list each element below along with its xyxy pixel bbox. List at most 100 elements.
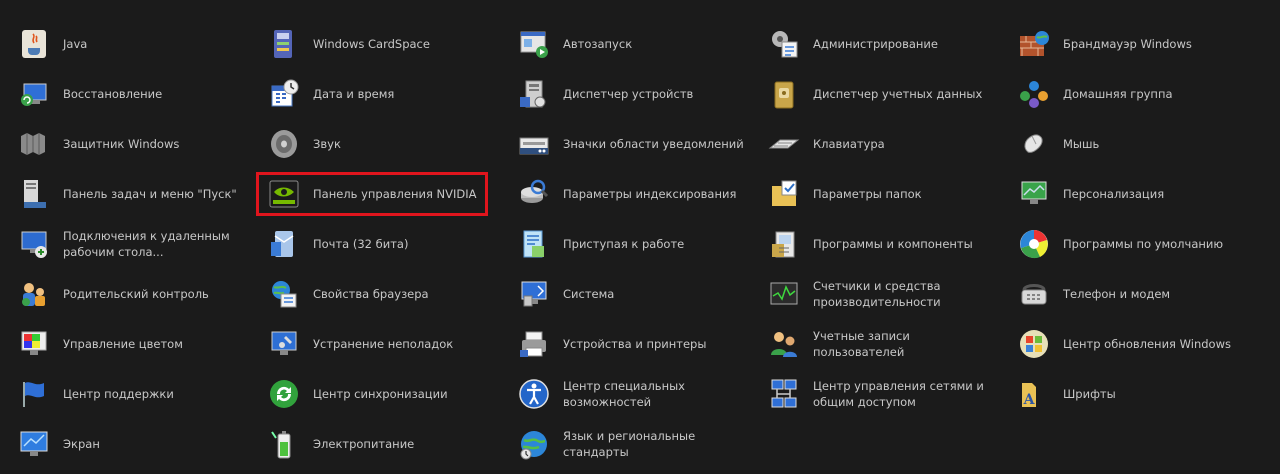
control-panel-item[interactable]: Телефон и модем: [1016, 269, 1266, 319]
control-panel-item[interactable]: Язык и региональные стандарты: [516, 419, 766, 469]
autoplay-icon: [518, 28, 550, 60]
control-panel-item-label: Управление цветом: [63, 337, 183, 351]
control-panel-item-label: Восстановление: [63, 87, 163, 101]
control-panel-item[interactable]: Свойства браузера: [266, 269, 516, 319]
notification-area-icon: [518, 128, 550, 160]
display-icon: [18, 428, 50, 460]
control-panel-item[interactable]: Центр специальных возможностей: [516, 369, 766, 419]
control-panel-item-label: Экран: [63, 437, 100, 451]
control-panel-item[interactable]: Домашняя группа: [1016, 69, 1266, 119]
folder-options-icon: [768, 178, 800, 210]
control-panel-item[interactable]: Программы по умолчанию: [1016, 219, 1266, 269]
control-panel-item-label: Брандмауэр Windows: [1063, 37, 1192, 51]
control-panel-item[interactable]: Почта (32 бита): [266, 219, 516, 269]
control-panel-item[interactable]: Система: [516, 269, 766, 319]
control-panel-item[interactable]: Клавиатура: [766, 119, 1016, 169]
control-panel-item[interactable]: Параметры папок: [766, 169, 1016, 219]
control-panel-item[interactable]: Windows CardSpace: [266, 19, 516, 69]
control-panel-item-label: Звук: [313, 137, 341, 151]
control-panel-item-label: Система: [563, 287, 615, 301]
sound-icon: [268, 128, 300, 160]
control-panel-item[interactable]: Защитник Windows: [16, 119, 266, 169]
admin-tools-icon: [768, 28, 800, 60]
control-panel-item[interactable]: Звук: [266, 119, 516, 169]
nvidia-icon: [268, 178, 300, 210]
control-panel-item-label: Центр управления сетями и общим доступом: [813, 379, 984, 409]
control-panel-item-label: Параметры индексирования: [563, 187, 737, 201]
control-panel-item[interactable]: A Шрифты: [1016, 369, 1266, 419]
control-panel-item[interactable]: Подключения к удаленным рабочим стола...: [16, 219, 266, 269]
control-panel-item[interactable]: Счетчики и средства производительности: [766, 269, 1016, 319]
control-panel-item[interactable]: Дата и время: [266, 69, 516, 119]
control-panel-item[interactable]: Диспетчер устройств: [516, 69, 766, 119]
control-panel-item-label: Персонализация: [1063, 187, 1165, 201]
control-panel-item-label: Диспетчер учетных данных: [813, 87, 983, 101]
control-panel-item-label: Устройства и принтеры: [563, 337, 707, 351]
control-panel-item[interactable]: Экран: [16, 419, 266, 469]
mail-icon: [268, 228, 300, 260]
control-panel-item-label: Домашняя группа: [1063, 87, 1173, 101]
control-panel-item[interactable]: Электропитание: [266, 419, 516, 469]
recovery-icon: [18, 78, 50, 110]
control-panel-item[interactable]: Java: [16, 19, 266, 69]
control-panel-item[interactable]: Значки области уведомлений: [516, 119, 766, 169]
personalization-icon: [1018, 178, 1050, 210]
ease-of-access-icon: [518, 378, 550, 410]
control-panel-item-label: Центр специальных возможностей: [563, 379, 685, 409]
control-panel-item[interactable]: Администрирование: [766, 19, 1016, 69]
control-panel-item-label: Администрирование: [813, 37, 938, 51]
phone-modem-icon: [1018, 278, 1050, 310]
control-panel-item[interactable]: Программы и компоненты: [766, 219, 1016, 269]
system-icon: [518, 278, 550, 310]
parental-control-icon: [18, 278, 50, 310]
control-panel-item-label: Защитник Windows: [63, 137, 180, 151]
control-panel-item-label: Электропитание: [313, 437, 415, 451]
control-panel-item[interactable]: Приступая к работе: [516, 219, 766, 269]
control-panel-item[interactable]: Персонализация: [1016, 169, 1266, 219]
date-time-icon: [268, 78, 300, 110]
control-panel-item[interactable]: Диспетчер учетных данных: [766, 69, 1016, 119]
control-panel-item-label: Центр синхронизации: [313, 387, 448, 401]
power-options-icon: [268, 428, 300, 460]
control-panel-item[interactable]: Центр синхронизации: [266, 369, 516, 419]
control-panel-item-label: Приступая к работе: [563, 237, 685, 251]
internet-options-icon: [268, 278, 300, 310]
credential-manager-icon: [768, 78, 800, 110]
color-management-icon: [18, 328, 50, 360]
control-panel-item-label: Автозапуск: [563, 37, 633, 51]
control-panel-item-label: Windows CardSpace: [313, 37, 430, 51]
control-panel-item[interactable]: Брандмауэр Windows: [1016, 19, 1266, 69]
control-panel-item[interactable]: Центр управления сетями и общим доступом: [766, 369, 1016, 419]
control-panel-item[interactable]: Панель задач и меню "Пуск": [16, 169, 266, 219]
control-panel-item[interactable]: Устранение неполадок: [266, 319, 516, 369]
devices-printers-icon: [518, 328, 550, 360]
keyboard-icon: [768, 128, 800, 160]
control-panel-item[interactable]: Центр поддержки: [16, 369, 266, 419]
empty-cell: [1016, 419, 1266, 469]
control-panel-item-label: Язык и региональные стандарты: [563, 429, 696, 459]
control-panel-item[interactable]: Мышь: [1016, 119, 1266, 169]
control-panel-item[interactable]: Управление цветом: [16, 319, 266, 369]
control-panel-item[interactable]: Центр обновления Windows: [1016, 319, 1266, 369]
user-accounts-icon: [768, 328, 800, 360]
performance-icon: [768, 278, 800, 310]
control-panel-item[interactable]: Учетные записи пользователей: [766, 319, 1016, 369]
control-panel-item-label: Панель задач и меню "Пуск": [63, 187, 237, 201]
programs-features-icon: [768, 228, 800, 260]
control-panel-item-label: Программы и компоненты: [813, 237, 973, 251]
defender-icon: [18, 128, 50, 160]
control-panel-item[interactable]: Родительский контроль: [16, 269, 266, 319]
control-panel-item-label: Центр поддержки: [63, 387, 174, 401]
control-panel-item[interactable]: Восстановление: [16, 69, 266, 119]
control-panel-item-label: Мышь: [1063, 137, 1100, 151]
control-panel-item[interactable]: Панель управления NVIDIA: [266, 169, 516, 219]
control-panel-item-label: Значки области уведомлений: [563, 137, 744, 151]
windows-update-icon: [1018, 328, 1050, 360]
control-panel-grid: Java Восстановление Защитник Windows Панель…: [16, 19, 1266, 469]
control-panel-item[interactable]: Параметры индексирования: [516, 169, 766, 219]
empty-cell: [766, 419, 1016, 469]
control-panel-item[interactable]: Устройства и принтеры: [516, 319, 766, 369]
homegroup-icon: [1018, 78, 1050, 110]
default-programs-icon: [1018, 228, 1050, 260]
control-panel-item[interactable]: Автозапуск: [516, 19, 766, 69]
